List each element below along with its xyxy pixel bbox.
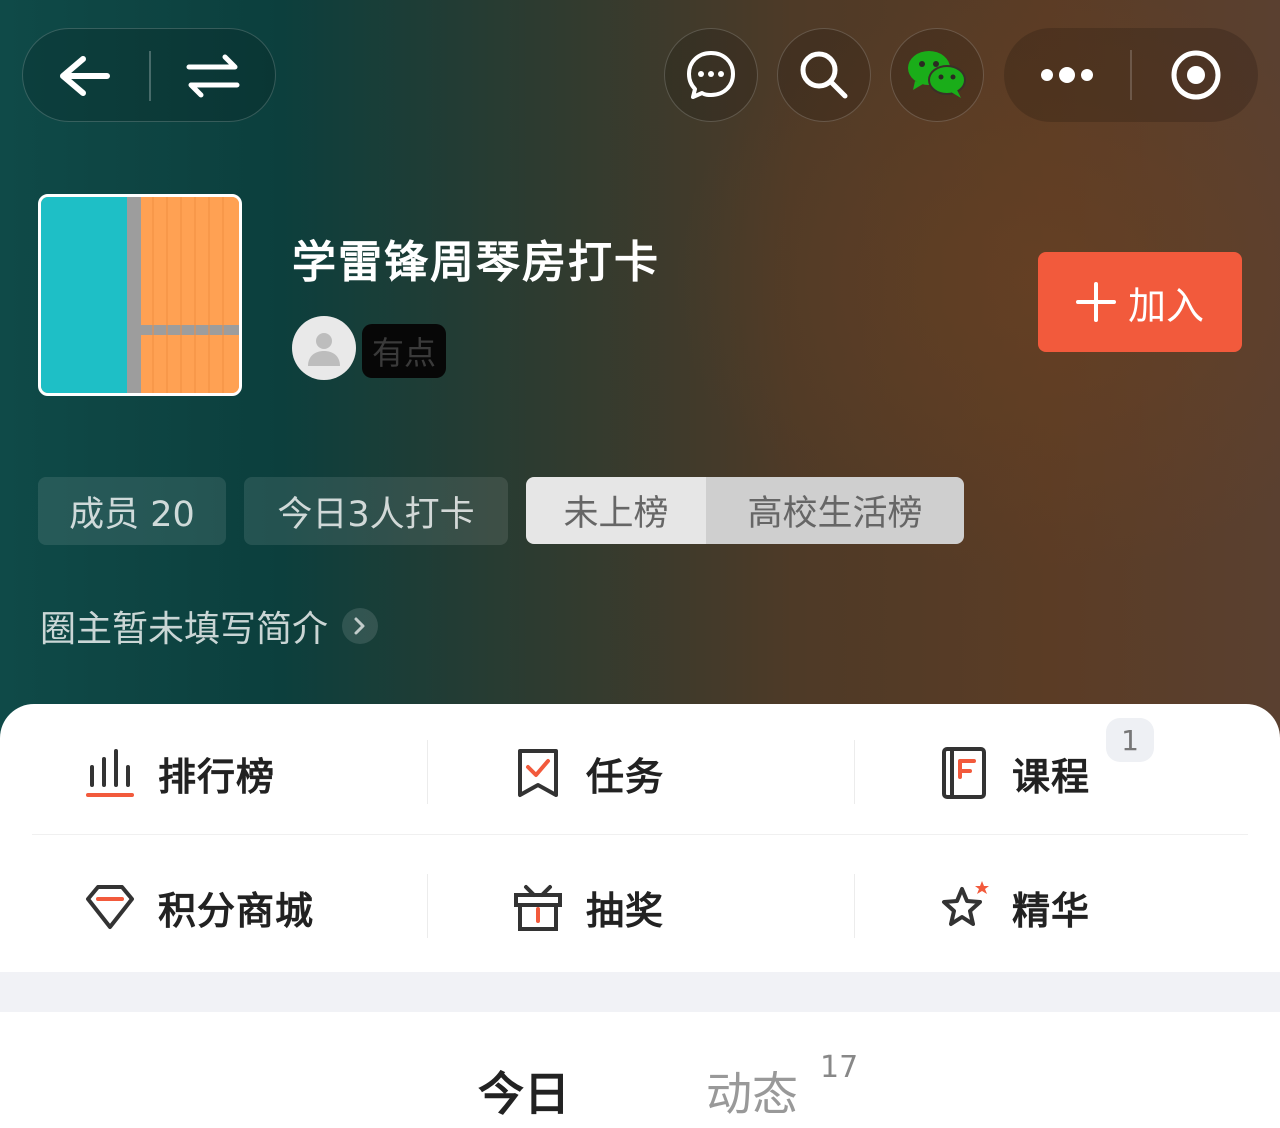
star-icon: [934, 877, 994, 937]
menu-tasks-label: 任务: [586, 754, 665, 799]
arrow-left-icon: [60, 56, 110, 96]
rank-tag[interactable]: 未上榜 高校生活榜: [526, 477, 964, 544]
capsule-divider: [1130, 50, 1132, 100]
rank-board-name: 高校生活榜: [706, 477, 964, 544]
switch-button[interactable]: [153, 29, 273, 123]
plus-icon: [1075, 282, 1116, 322]
menu-divider: [427, 874, 428, 938]
tab-feed[interactable]: 动态: [706, 1058, 798, 1124]
nav-pill: [22, 28, 276, 122]
group-intro-link[interactable]: 圈主暂未填写简介: [40, 600, 379, 652]
nav-divider: [149, 51, 151, 101]
menu-lottery[interactable]: 抽奖: [508, 852, 888, 962]
join-label: 加入: [1127, 283, 1204, 328]
menu-tasks[interactable]: 任务: [508, 718, 888, 828]
menu-divider: [427, 740, 428, 804]
wechat-icon: [908, 51, 966, 98]
task-bookmark-icon: [508, 743, 568, 803]
target-circle-icon: [1171, 50, 1221, 100]
join-button[interactable]: 加入: [1038, 252, 1242, 352]
gift-box-icon: [508, 877, 568, 937]
chevron-right-icon: [342, 608, 379, 644]
default-user-icon: [308, 333, 340, 366]
bar-chart-icon: [80, 743, 140, 803]
owner-avatar[interactable]: [292, 316, 356, 380]
menu-highlights[interactable]: 精华: [934, 852, 1280, 962]
rank-status: 未上榜: [526, 477, 706, 544]
menu-row-divider: [32, 834, 1248, 835]
notebook-icon: [934, 743, 994, 803]
courses-badge: 1: [1106, 718, 1154, 762]
menu-highlights-label: 精华: [1012, 888, 1091, 933]
more-dots-icon: [1041, 67, 1093, 83]
feed-count: 17: [820, 1050, 859, 1085]
chat-bubble-icon: [687, 51, 735, 99]
group-title: 学雷锋周琴房打卡: [292, 237, 660, 288]
intro-text: 圈主暂未填写简介: [40, 609, 329, 650]
tab-bar: [0, 1012, 1280, 1128]
section-gap: [0, 972, 1280, 1012]
cover-art: [41, 197, 239, 393]
menu-divider: [854, 874, 855, 938]
swap-arrows-icon: [186, 54, 240, 98]
today-checkin-tag[interactable]: 今日3人打卡: [244, 477, 508, 545]
group-cover-image: [38, 194, 242, 396]
menu-points-mall[interactable]: 积分商城: [80, 852, 460, 962]
owner-name-redacted[interactable]: 有点: [362, 324, 447, 378]
diamond-icon: [80, 877, 140, 937]
menu-courses-label: 课程: [1012, 754, 1091, 799]
close-mini-program-button[interactable]: [1134, 28, 1258, 122]
menu-lottery-label: 抽奖: [586, 888, 665, 933]
search-icon: [800, 51, 848, 99]
wechat-share-button[interactable]: [890, 28, 984, 122]
menu-divider: [854, 740, 855, 804]
back-button[interactable]: [23, 29, 143, 123]
menu-points-mall-label: 积分商城: [158, 888, 315, 933]
chat-button[interactable]: [664, 28, 758, 122]
members-tag[interactable]: 成员 20: [38, 477, 226, 545]
more-button[interactable]: [1004, 28, 1130, 122]
menu-leaderboard[interactable]: 排行榜: [80, 718, 460, 828]
menu-leaderboard-label: 排行榜: [158, 754, 276, 799]
search-button[interactable]: [777, 28, 871, 122]
tab-today[interactable]: 今日: [478, 1058, 570, 1124]
mini-program-capsule: [1004, 28, 1258, 122]
